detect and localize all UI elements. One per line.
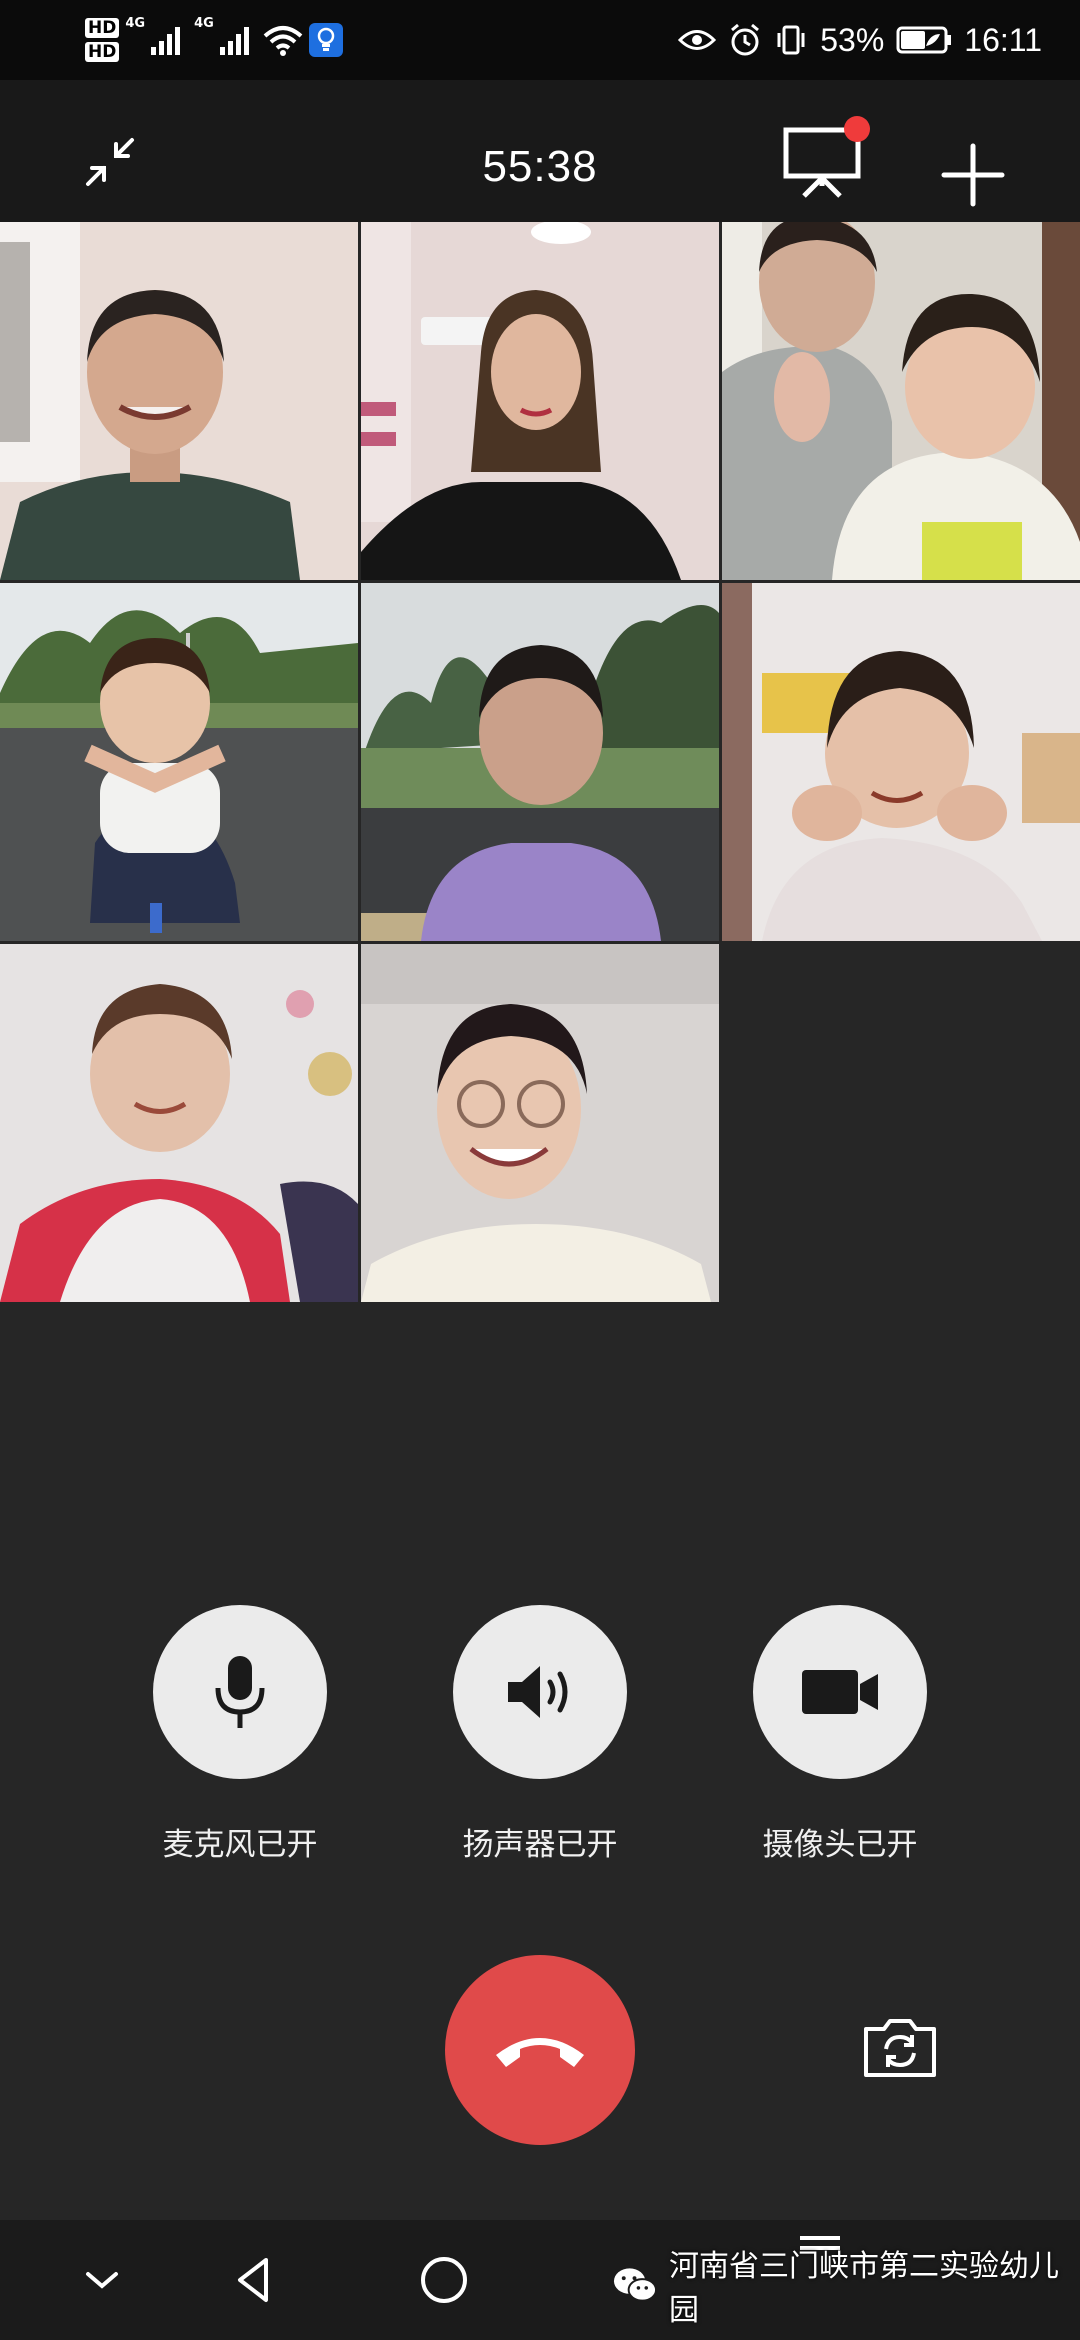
watermark-text: 河南省三门峡市第二实验幼儿园 (668, 2249, 1059, 2328)
alarm-icon (731, 23, 760, 56)
add-participant-icon[interactable] (940, 142, 1006, 208)
hang-up-button[interactable] (445, 1955, 635, 2145)
status-bar: HD HD 4G 4G 53% 16:11 (0, 0, 1080, 80)
video-tile-7[interactable] (0, 944, 358, 1302)
speaker-control[interactable]: 扬声器已开 (453, 1605, 627, 1864)
video-tile-6[interactable] (722, 583, 1080, 941)
microphone-icon (215, 1656, 265, 1728)
video-tile-5[interactable] (361, 583, 719, 941)
hd2-label: HD (85, 42, 120, 62)
video-tile-8[interactable] (361, 944, 719, 1302)
speaker-icon (508, 1666, 568, 1718)
network-type-2: 4G (194, 16, 214, 31)
mic-control[interactable]: 麦克风已开 (153, 1605, 327, 1864)
status-right: 53% 16:11 (678, 10, 1042, 70)
watermark: 河南省三门峡市第二实验幼儿园 (612, 2245, 1080, 2328)
camera-control[interactable]: 摄像头已开 (753, 1605, 927, 1864)
video-tile-4[interactable] (0, 583, 358, 941)
eye-icon (678, 30, 717, 50)
mic-button[interactable] (153, 1605, 327, 1779)
call-duration: 55:38 (482, 142, 598, 191)
home-icon[interactable] (414, 2250, 474, 2310)
battery-percent: 53% (820, 21, 885, 58)
notification-dot (844, 116, 870, 142)
chevron-down-icon[interactable] (72, 2250, 132, 2310)
clock: 16:11 (964, 21, 1042, 58)
switch-camera-icon[interactable] (860, 2015, 940, 2081)
camera-label: 摄像头已开 (762, 1827, 918, 1863)
wifi-icon (263, 26, 303, 56)
hd-icon: HD HD (85, 18, 120, 62)
speaker-label: 扬声器已开 (462, 1827, 618, 1863)
back-icon[interactable] (226, 2250, 286, 2310)
wechat-icon (613, 2268, 658, 2302)
video-camera-icon (802, 1670, 878, 1714)
video-tile-1[interactable] (0, 222, 358, 580)
hd1-label: HD (85, 18, 120, 38)
call-top-bar: 55:38 (0, 80, 1080, 222)
signal-icon-2 (219, 25, 249, 55)
battery-icon (896, 26, 952, 54)
status-left: HD HD 4G 4G (85, 10, 343, 70)
video-grid (0, 222, 1080, 1302)
hang-up-icon (496, 2038, 584, 2067)
bulb-icon (308, 23, 343, 57)
speaker-button[interactable] (453, 1605, 627, 1779)
mic-label: 麦克风已开 (162, 1827, 318, 1863)
camera-button[interactable] (753, 1605, 927, 1779)
video-tile-2[interactable] (361, 222, 719, 580)
whiteboard-button[interactable] (782, 116, 870, 198)
video-tile-3[interactable] (722, 222, 1080, 580)
vibrate-icon (777, 25, 805, 55)
signal-icon (151, 25, 181, 55)
network-type-1: 4G (125, 16, 146, 31)
